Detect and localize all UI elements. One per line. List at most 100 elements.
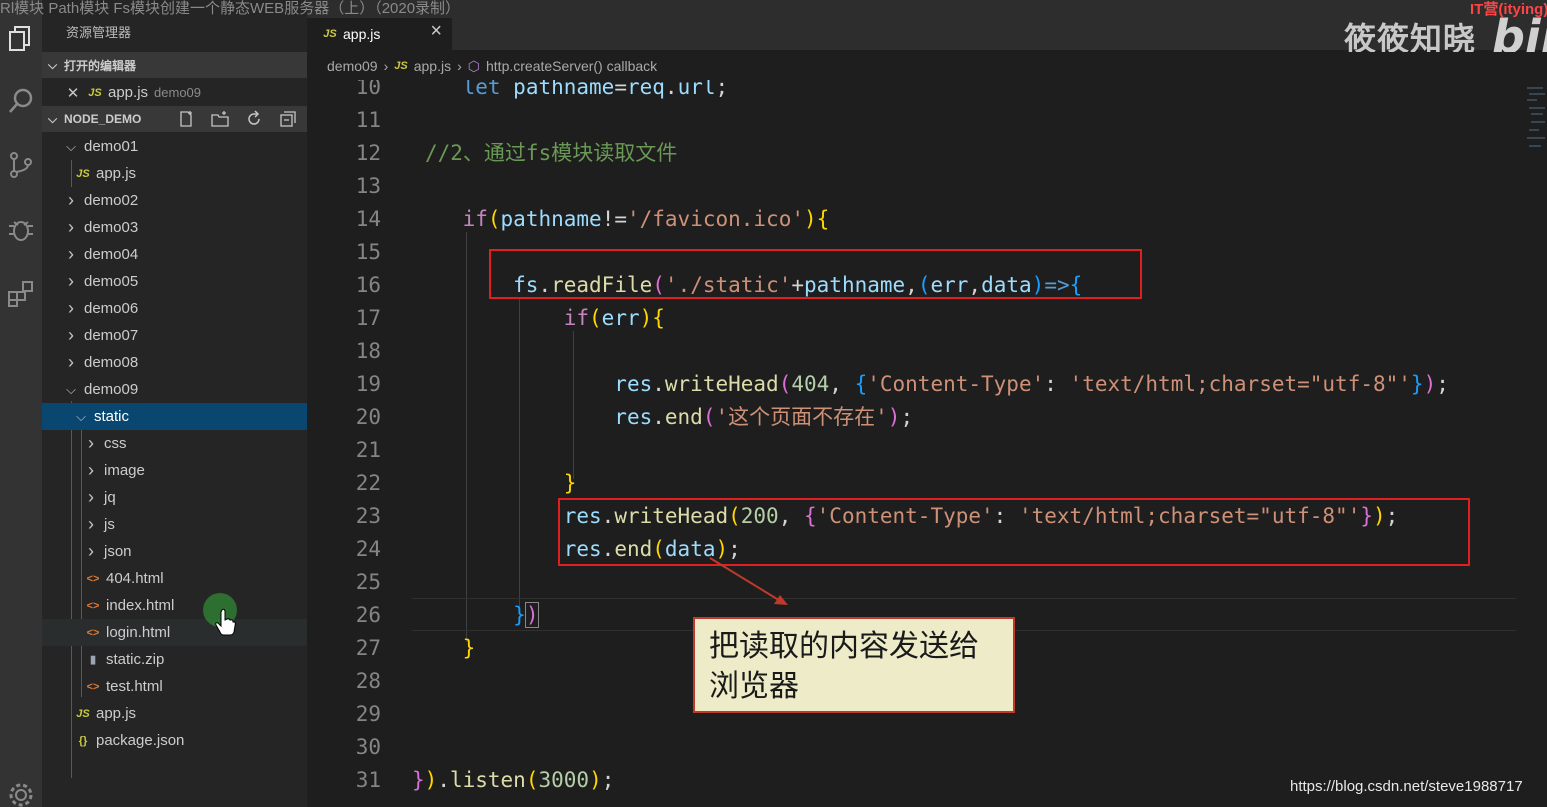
open-editors-label: 打开的编辑器 [64, 58, 137, 73]
chevron-right-icon: › [68, 298, 74, 318]
tree-item-label: test.html [106, 678, 163, 695]
code-line-27: } [462, 636, 476, 660]
chevron-right-icon: › [68, 352, 74, 372]
collapse-all-icon[interactable] [277, 108, 299, 130]
breadcrumb-symbol[interactable]: http.createServer() callback [486, 58, 657, 74]
tree-item-demo08[interactable]: › demo08 [42, 349, 307, 376]
tree-item-label: login.html [106, 624, 171, 641]
line-number: 30 [355, 735, 381, 759]
chevron-down-icon: ⌵ [48, 57, 58, 72]
breadcrumb-file[interactable]: app.js [414, 58, 451, 74]
tree-item-label: demo03 [84, 219, 139, 236]
chevron-right-icon: › [88, 514, 94, 534]
open-editor-name: app.js [108, 84, 149, 101]
breadcrumb-folder[interactable]: demo09 [327, 58, 378, 74]
tree-item-demo03[interactable]: › demo03 [42, 214, 307, 241]
tree-item-demo07[interactable]: › demo07 [42, 322, 307, 349]
chevron-right-icon: › [88, 541, 94, 561]
open-editor-folder: demo09 [154, 85, 202, 100]
tree-item-test-html[interactable]: <> test.html [42, 673, 307, 700]
line-number: 21 [355, 438, 381, 462]
chevron-right-icon: › [68, 325, 74, 345]
chevron-down-icon: ⌵ [66, 138, 76, 154]
tree-item-login-html[interactable]: <> login.html [42, 619, 307, 646]
line-number: 22 [355, 471, 381, 495]
line-number: 15 [355, 240, 381, 264]
tree-item-label: 404.html [106, 570, 164, 587]
open-editors-header[interactable]: ⌵ 打开的编辑器 [42, 52, 307, 78]
breadcrumb: demo09 › JS app.js › ⬡ http.createServer… [307, 52, 1547, 80]
tree-item-jq[interactable]: › jq [42, 484, 307, 511]
html-file-icon: <> [86, 626, 100, 639]
line-number: 13 [355, 174, 381, 198]
tree-item-index-html[interactable]: <> index.html [42, 592, 307, 619]
tree-item-json[interactable]: › json [42, 538, 307, 565]
settings-gear-icon[interactable] [0, 770, 42, 807]
tree-item-app-js[interactable]: JS app.js [42, 160, 307, 187]
debug-icon[interactable] [0, 204, 42, 254]
new-folder-icon[interactable] [209, 108, 231, 130]
tree-item-demo05[interactable]: › demo05 [42, 268, 307, 295]
line-number: 17 [355, 306, 381, 330]
line-number: 10 [355, 80, 381, 99]
tree-item-demo09[interactable]: ⌵ demo09 [42, 376, 307, 403]
project-header[interactable]: ⌵ NODE_DEMO [42, 106, 307, 132]
js-file-icon: JS [323, 28, 337, 40]
open-editor-item[interactable]: ✕ JS app.js demo09 [42, 79, 307, 106]
line-number: 29 [355, 702, 381, 726]
tree-item-demo02[interactable]: › demo02 [42, 187, 307, 214]
chevron-right-icon: › [88, 433, 94, 453]
line-number: 20 [355, 405, 381, 429]
callout-line-1: 把读取的内容发送给 [709, 629, 979, 664]
code-line-19: res.writeHead(404, {'Content-Type': 'tex… [614, 372, 1449, 396]
tree-item-label: demo05 [84, 273, 139, 290]
extensions-icon[interactable] [0, 268, 42, 318]
js-file-icon: JS [88, 86, 102, 99]
line-number: 28 [355, 669, 381, 693]
close-icon[interactable]: ✕ [66, 84, 80, 102]
js-file-icon: JS [394, 60, 408, 72]
chevron-right-icon: › [68, 190, 74, 210]
explorer-icon[interactable] [0, 14, 42, 64]
tree-item-label: jq [104, 489, 116, 506]
tab-app-js[interactable]: JS app.js × [307, 18, 452, 50]
tree-item-label: app.js [96, 705, 137, 722]
line-number: 24 [355, 537, 381, 561]
tree-item-demo01[interactable]: ⌵ demo01 [42, 133, 307, 160]
tree-item-package-json[interactable]: {} package.json [42, 727, 307, 754]
code-line-20: res.end('这个页面不存在'); [614, 405, 914, 429]
tree-item-demo04[interactable]: › demo04 [42, 241, 307, 268]
annotation-callout: 把读取的内容发送给 浏览器 [693, 617, 1015, 713]
hand-cursor-icon [215, 608, 236, 636]
tree-item-app-js[interactable]: JS app.js [42, 700, 307, 727]
html-file-icon: <> [86, 680, 100, 693]
source-credit: https://blog.csdn.net/steve1988717 [1290, 778, 1523, 795]
minimap[interactable] [1525, 80, 1547, 180]
tree-item-label: image [104, 462, 145, 479]
tree-item-label: demo09 [84, 381, 139, 398]
line-number: 19 [355, 372, 381, 396]
code-line-26: }) [513, 602, 540, 628]
tree-item-js[interactable]: › js [42, 511, 307, 538]
line-number: 31 [355, 768, 381, 792]
tree-item-demo06[interactable]: › demo06 [42, 295, 307, 322]
tree-item-label: static [94, 408, 130, 425]
refresh-icon[interactable] [243, 108, 265, 130]
new-file-icon[interactable] [175, 108, 197, 130]
line-number: 16 [355, 273, 381, 297]
tree-item-404-html[interactable]: <> 404.html [42, 565, 307, 592]
code-line-14: if(pathname!='/favicon.ico'){ [462, 207, 830, 231]
tab-close-icon[interactable]: × [430, 20, 442, 43]
code-line-12: //2、通过fs模块读取文件 [425, 141, 678, 165]
tree-item-image[interactable]: › image [42, 457, 307, 484]
project-label: NODE_DEMO [64, 112, 142, 126]
tree-item-static-zip[interactable]: ▮ static.zip [42, 646, 307, 673]
tree-item-label: package.json [96, 732, 185, 749]
tree-item-label: css [104, 435, 127, 452]
search-icon[interactable] [0, 76, 42, 126]
tree-item-static[interactable]: ⌵ static [42, 403, 307, 430]
tree-item-label: json [104, 543, 132, 560]
source-control-icon[interactable] [0, 140, 42, 190]
cube-symbol-icon: ⬡ [467, 57, 480, 74]
tree-item-css[interactable]: › css [42, 430, 307, 457]
